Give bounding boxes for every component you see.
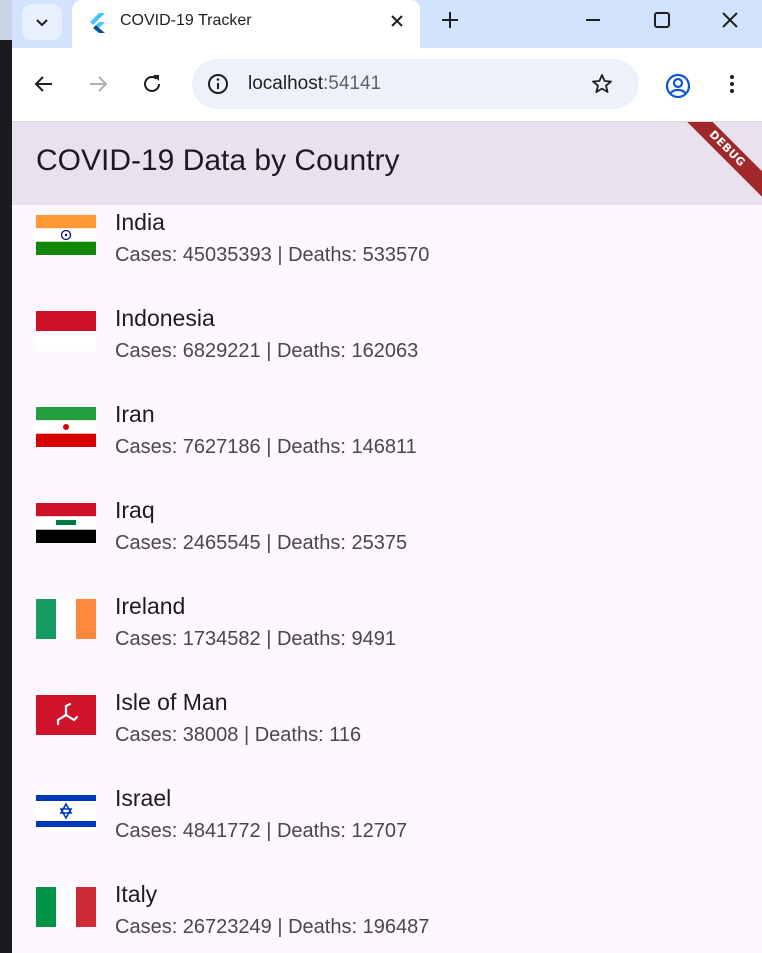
desktop-edge-highlight	[0, 0, 12, 40]
tab-title: COVID-19 Tracker	[120, 12, 252, 29]
country-stats: Cases: 6829221 | Deaths: 162063	[115, 340, 419, 362]
list-item[interactable]: Isle of Man Cases: 38008 | Deaths: 116	[12, 685, 762, 781]
more-menu-icon[interactable]	[720, 72, 744, 96]
country-name: India	[115, 209, 165, 235]
india-flag-icon	[36, 215, 96, 255]
url-host: localhost	[248, 73, 323, 94]
list-item[interactable]: Iran Cases: 7627186 | Deaths: 146811	[12, 397, 762, 493]
back-arrow-icon[interactable]	[32, 72, 56, 96]
country-stats: Cases: 4841772 | Deaths: 12707	[115, 820, 408, 842]
profile-icon[interactable]	[664, 72, 692, 100]
country-list[interactable]: India Cases: 45035393 | Deaths: 533570 Ind…	[12, 205, 762, 953]
minimize-icon[interactable]	[581, 8, 605, 32]
country-stats: Cases: 7627186 | Deaths: 146811	[115, 436, 417, 458]
page-title: COVID-19 Data by Country	[36, 144, 400, 177]
list-item[interactable]: Italy Cases: 26723249 | Deaths: 196487	[12, 877, 762, 953]
browser-toolbar: localhost:54141	[0, 48, 762, 120]
site-info-icon[interactable]	[206, 72, 230, 96]
country-stats: Cases: 2465545 | Deaths: 25375	[115, 532, 408, 554]
tab-strip: COVID-19 Tracker	[0, 0, 762, 48]
list-item[interactable]: India Cases: 45035393 | Deaths: 533570	[12, 205, 762, 301]
country-stats: Cases: 45035393 | Deaths: 533570	[115, 244, 430, 266]
url-text: localhost:54141	[248, 73, 381, 95]
country-name: Ireland	[115, 593, 186, 619]
address-bar[interactable]: localhost:54141	[192, 59, 639, 109]
forward-arrow-icon[interactable]	[86, 72, 110, 96]
italy-flag-icon	[36, 887, 96, 927]
isle-of-man-flag-icon	[36, 695, 96, 735]
country-name: Isle of Man	[115, 689, 228, 715]
israel-flag-icon	[36, 791, 96, 831]
country-stats: Cases: 26723249 | Deaths: 196487	[115, 916, 430, 938]
app-bar: COVID-19 Data by Country	[12, 122, 762, 205]
list-item[interactable]: Indonesia Cases: 6829221 | Deaths: 162063	[12, 301, 762, 397]
list-item[interactable]: Ireland Cases: 1734582 | Deaths: 9491	[12, 589, 762, 685]
country-name: Israel	[115, 785, 172, 811]
iran-flag-icon	[36, 407, 96, 447]
country-name: Italy	[115, 881, 158, 907]
app-viewport: COVID-19 Data by Country DEBUG India Case…	[12, 121, 762, 953]
bookmark-star-icon[interactable]	[590, 72, 614, 96]
active-tab[interactable]: COVID-19 Tracker	[72, 0, 420, 48]
window-close-icon[interactable]	[718, 8, 742, 32]
country-stats: Cases: 1734582 | Deaths: 9491	[115, 628, 396, 650]
ireland-flag-icon	[36, 599, 96, 639]
iraq-flag-icon	[36, 503, 96, 543]
country-name: Indonesia	[115, 305, 215, 331]
close-tab-icon[interactable]	[387, 11, 407, 31]
desktop-edge	[0, 0, 12, 953]
new-tab-icon[interactable]	[438, 8, 462, 32]
tab-search-button[interactable]	[22, 4, 62, 40]
url-port: :54141	[323, 73, 382, 94]
country-name: Iraq	[115, 497, 155, 523]
indonesia-flag-icon	[36, 311, 96, 351]
list-item[interactable]: Iraq Cases: 2465545 | Deaths: 25375	[12, 493, 762, 589]
country-stats: Cases: 38008 | Deaths: 116	[115, 724, 362, 746]
reload-icon[interactable]	[140, 72, 164, 96]
list-item[interactable]: Israel Cases: 4841772 | Deaths: 12707	[12, 781, 762, 877]
flutter-icon	[90, 13, 105, 33]
country-name: Iran	[115, 401, 155, 427]
chevron-down-icon	[36, 19, 48, 27]
maximize-icon[interactable]	[650, 8, 674, 32]
